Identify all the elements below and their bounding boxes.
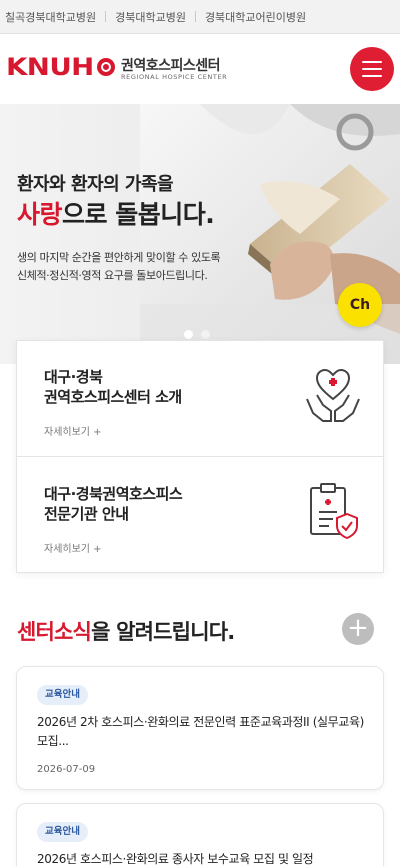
card-specialist-institutions[interactable]: 대구·경북권역호스피스 전문기관 안내 자세히보기 + [17, 458, 383, 574]
news-item-title[interactable]: 2026년 2차 호스피스·완화의료 전문인력 표준교육과정II (실무교육) … [37, 713, 375, 751]
divider [105, 11, 107, 22]
card-center-intro[interactable]: 대구·경북 권역호스피스센터 소개 자세히보기 + [17, 341, 383, 457]
card-title: 대구·경북권역호스피스 전문기관 안내 [44, 484, 183, 524]
card-title: 대구·경북 권역호스피스센터 소개 [44, 367, 182, 407]
slide-dot-active[interactable] [184, 330, 193, 339]
news-item[interactable]: 교육안내 2026년 호스피스·완화의료 종사자 보수교육 모집 및 일정 [16, 803, 384, 866]
link-chilgok-hospital[interactable]: 칠곡경북대학교병원 [5, 9, 96, 25]
menu-button[interactable] [350, 47, 394, 91]
hamburger-menu-icon [362, 61, 382, 63]
center-subtitle: REGIONAL HOSPICE CENTER [121, 73, 228, 81]
category-badge: 교육안내 [37, 822, 88, 842]
category-badge: 교육안내 [37, 685, 88, 705]
hero-desc-line1: 생의 마지막 순간을 편안하게 맞이할 수 있도록 [17, 251, 221, 264]
news-item-date: 2026-07-09 [37, 764, 96, 775]
link-knu-hospital[interactable]: 경북대학교병원 [115, 9, 186, 25]
logo-emblem-icon [97, 58, 115, 76]
site-header: KNUH 권역호스피스센터 REGIONAL HOSPICE CENTER [0, 34, 400, 104]
card-title-line2: 전문기관 안내 [44, 505, 129, 523]
kakao-channel-icon: Ch [349, 297, 371, 313]
card-more-link[interactable]: 자세히보기 + [44, 540, 102, 555]
divider [194, 11, 196, 22]
news-title-rest: 을 알려드립니다. [91, 620, 235, 644]
hero-title-line2: 사랑으로 돌봅니다. [17, 195, 215, 231]
news-more-button[interactable]: + [342, 613, 374, 645]
hero-description: 생의 마지막 순간을 편안하게 맞이할 수 있도록 신체적·정신적·영적 요구를… [17, 249, 221, 285]
hamburger-line [362, 68, 382, 70]
site-logo[interactable]: KNUH [6, 55, 94, 79]
kakao-channel-button[interactable]: Ch [338, 283, 382, 327]
plus-icon: + [347, 613, 369, 643]
hero-title-rest: 으로 돌봅니다. [62, 200, 215, 229]
hero-title-line1: 환자와 환자의 가족을 [17, 174, 174, 195]
hospital-links-bar: 칠곡경북대학교병원 경북대학교병원 경북대학교어린이병원 [0, 0, 400, 34]
card-title-line2: 권역호스피스센터 소개 [44, 388, 182, 406]
hero-title-accent: 사랑 [17, 200, 63, 229]
card-title-line1: 대구·경북권역호스피스 [44, 485, 183, 503]
hero-desc-line2: 신체적·정신적·영적 요구를 돌보아드립니다. [17, 269, 208, 282]
center-name: 권역호스피스센터 [121, 58, 221, 74]
clipboard-shield-icon [310, 483, 358, 540]
link-children-hospital[interactable]: 경북대학교어린이병원 [205, 9, 306, 25]
slide-dot[interactable] [201, 330, 210, 339]
card-title-line1: 대구·경북 [44, 368, 103, 386]
heart-hands-icon [306, 368, 360, 422]
logo-text: KNUH [6, 53, 94, 81]
news-item-title[interactable]: 2026년 호스피스·완화의료 종사자 보수교육 모집 및 일정 [37, 850, 375, 866]
news-title-accent: 센터소식 [17, 620, 92, 644]
news-item[interactable]: 교육안내 2026년 2차 호스피스·완화의료 전문인력 표준교육과정II (실… [16, 666, 384, 790]
slider-pagination [184, 330, 210, 339]
news-section-title: 센터소식을 알려드립니다. [17, 616, 235, 646]
hero-banner: 환자와 환자의 가족을 사랑으로 돌봅니다. 생의 마지막 순간을 편안하게 맞… [0, 104, 400, 364]
card-more-link[interactable]: 자세히보기 + [44, 423, 102, 438]
hamburger-line [362, 75, 382, 77]
intro-cards: 대구·경북 권역호스피스센터 소개 자세히보기 + 대구·경북권역호스피스 전문… [16, 340, 384, 573]
